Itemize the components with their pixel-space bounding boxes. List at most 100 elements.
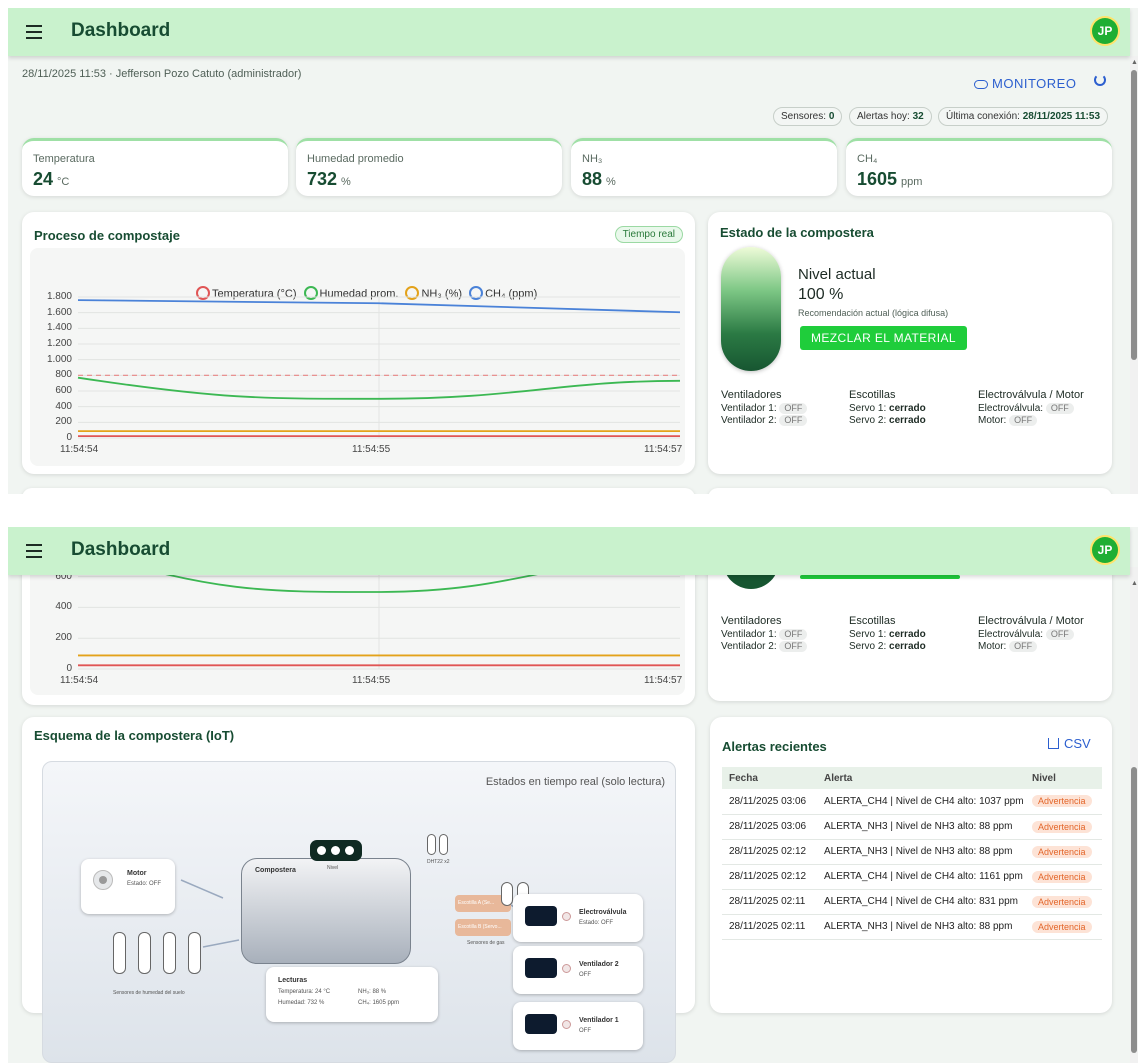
chart-area: Temperatura (°C) Humedad prom. NH₃ (%) C… bbox=[30, 248, 685, 466]
chip-label: Alertas hoy: bbox=[857, 111, 910, 122]
motor-label: Motor: bbox=[978, 415, 1007, 426]
page-scrollbar[interactable]: ▲ bbox=[1130, 56, 1138, 494]
hamburger-menu-icon[interactable] bbox=[26, 544, 42, 558]
alert-level: Advertencia bbox=[1025, 789, 1102, 815]
alerts-table: Fecha Alerta Nivel 28/11/2025 03:06 ALERT… bbox=[722, 767, 1102, 940]
state-pill: OFF bbox=[779, 403, 808, 414]
user-avatar[interactable]: JP bbox=[1092, 18, 1118, 44]
fan1-node: Ventilador 1 OFF bbox=[513, 1002, 643, 1050]
fan1-row: Ventilador 1: OFF bbox=[721, 629, 808, 641]
realtime-badge: Tiempo real bbox=[614, 226, 683, 243]
monitor-button[interactable]: MONITOREO bbox=[974, 76, 1076, 91]
level-tank bbox=[721, 247, 781, 371]
recommendation-button-edge bbox=[800, 575, 960, 579]
reading-hum: Humedad: 732 % bbox=[278, 1000, 325, 1006]
fan2-row: Ventilador 2: OFF bbox=[721, 415, 808, 427]
scrollbar-thumb[interactable] bbox=[1131, 767, 1137, 1053]
scroll-up-arrow-icon[interactable]: ▲ bbox=[1131, 580, 1138, 587]
node-state: OFF bbox=[579, 1028, 591, 1034]
group-title: Electroválvula / Motor bbox=[978, 615, 1084, 627]
scrollbar-thumb[interactable] bbox=[1131, 70, 1137, 360]
level-value: 100 % bbox=[798, 286, 844, 303]
device-screen bbox=[525, 1014, 557, 1034]
metric-label: Temperatura bbox=[33, 153, 95, 165]
state-pill: OFF bbox=[1045, 629, 1074, 640]
hamburger-menu-icon[interactable] bbox=[26, 25, 42, 39]
warning-badge: Advertencia bbox=[1032, 795, 1092, 808]
chip-label: Sensores: bbox=[781, 111, 827, 122]
metric-value: 1605 ppm bbox=[857, 169, 922, 190]
table-row: 28/11/2025 03:06 ALERTA_NH3 | Nivel de NH… bbox=[722, 814, 1102, 840]
alert-date: 28/11/2025 03:06 bbox=[722, 814, 817, 840]
alert-date: 28/11/2025 02:11 bbox=[722, 889, 817, 915]
last-connection-chip: Última conexión: 28/11/2025 11:53 bbox=[938, 107, 1109, 126]
table-row: 28/11/2025 02:12 ALERTA_NH3 | Nivel de NH… bbox=[722, 839, 1102, 865]
reading-nh3: NH₃: 88 % bbox=[358, 989, 387, 995]
state-pill: OFF bbox=[1009, 415, 1038, 426]
gas-probe bbox=[501, 882, 513, 906]
status-led bbox=[562, 1020, 571, 1029]
column-header[interactable]: Fecha bbox=[722, 767, 817, 789]
soil-sensors-label: Sensores de humedad del suelo bbox=[113, 990, 185, 996]
alert-date: 28/11/2025 02:12 bbox=[722, 864, 817, 890]
metric-value: 88% bbox=[582, 169, 616, 190]
alert-level: Advertencia bbox=[1025, 814, 1102, 840]
refresh-icon[interactable] bbox=[1094, 74, 1106, 86]
group-title: Ventiladores bbox=[721, 615, 782, 627]
metric-label: NH₃ bbox=[582, 153, 603, 165]
level-sensor-label: Nivel bbox=[327, 865, 339, 871]
metric-card-nh3: NH₃ 88% bbox=[571, 138, 837, 196]
table-row: 28/11/2025 02:11 ALERTA_NH3 | Nivel de NH… bbox=[722, 914, 1102, 940]
table-row: 28/11/2025 02:11 ALERTA_CH4 | Nivel de CH… bbox=[722, 889, 1102, 915]
alert-level: Advertencia bbox=[1025, 914, 1102, 940]
scroll-up-arrow-icon[interactable]: ▲ bbox=[1131, 59, 1138, 66]
metric-card-ch4: CH₄ 1605 ppm bbox=[846, 138, 1112, 196]
valve-row: Electroválvula: OFF bbox=[978, 629, 1084, 641]
servo-state: cerrado bbox=[889, 403, 926, 414]
recommendation-button[interactable]: MEZCLAR EL MATERIAL bbox=[800, 326, 967, 350]
table-row: 28/11/2025 03:06 ALERTA_CH4 | Nivel de CH… bbox=[722, 789, 1102, 815]
recommendation-label: Recomendación actual (lógica difusa) bbox=[798, 308, 949, 318]
card-title: Estado de la compostera bbox=[720, 225, 874, 240]
servo1-row: Servo 1: cerrado bbox=[849, 629, 926, 641]
node-title: Ventilador 1 bbox=[579, 1017, 619, 1024]
servo1-row: Servo 1: cerrado bbox=[849, 403, 926, 415]
x-tick-label: 11:54:55 bbox=[352, 675, 391, 686]
servo1-label: Servo 1: bbox=[849, 403, 887, 414]
user-avatar[interactable]: JP bbox=[1092, 537, 1118, 563]
valve-label: Electroválvula: bbox=[978, 629, 1044, 640]
node-title: Motor bbox=[127, 870, 147, 877]
node-state: OFF bbox=[579, 972, 591, 978]
motor-node: Motor Estado: OFF bbox=[81, 859, 175, 914]
csv-export-button[interactable]: CSV bbox=[1048, 736, 1091, 751]
app-bar: Dashboard JP bbox=[8, 8, 1130, 56]
level-sensor bbox=[310, 840, 362, 861]
warning-badge: Advertencia bbox=[1032, 820, 1092, 833]
metric-value: 732% bbox=[307, 169, 351, 190]
warning-badge: Advertencia bbox=[1032, 895, 1092, 908]
alert-level: Advertencia bbox=[1025, 889, 1102, 915]
warning-badge: Advertencia bbox=[1032, 845, 1092, 858]
motor-icon bbox=[93, 870, 113, 890]
alerts-card-peek bbox=[708, 488, 1112, 494]
iot-scheme-card: Esquema de la compostera (IoT) Estados e… bbox=[22, 717, 695, 1063]
metric-card-humidity: Humedad promedio 732% bbox=[296, 138, 562, 196]
monitor-label: MONITOREO bbox=[992, 76, 1077, 91]
metric-value: 24 °C bbox=[33, 169, 69, 190]
metric-number: 88 bbox=[582, 169, 603, 189]
column-header[interactable]: Alerta bbox=[817, 767, 1025, 789]
alert-text: ALERTA_CH4 | Nivel de CH4 alto: 1161 ppm bbox=[817, 864, 1025, 890]
servo-state: cerrado bbox=[889, 629, 926, 640]
level-label: Nivel actual bbox=[798, 266, 876, 283]
state-pill: OFF bbox=[1045, 403, 1074, 414]
reading-temp: Temperatura: 24 °C bbox=[278, 989, 331, 995]
alert-text: ALERTA_NH3 | Nivel de NH3 alto: 88 ppm bbox=[817, 839, 1025, 865]
valve-label: Electroválvula: bbox=[978, 403, 1044, 414]
table-header-row: Fecha Alerta Nivel bbox=[722, 767, 1102, 789]
state-pill: OFF bbox=[1009, 641, 1038, 652]
page-title: Dashboard bbox=[71, 539, 171, 560]
page-scrollbar[interactable]: ▲ bbox=[1130, 567, 1138, 1063]
app-bar: Dashboard JP bbox=[8, 527, 1130, 575]
node-state: Estado: OFF bbox=[127, 881, 162, 887]
column-header[interactable]: Nivel bbox=[1025, 767, 1102, 789]
